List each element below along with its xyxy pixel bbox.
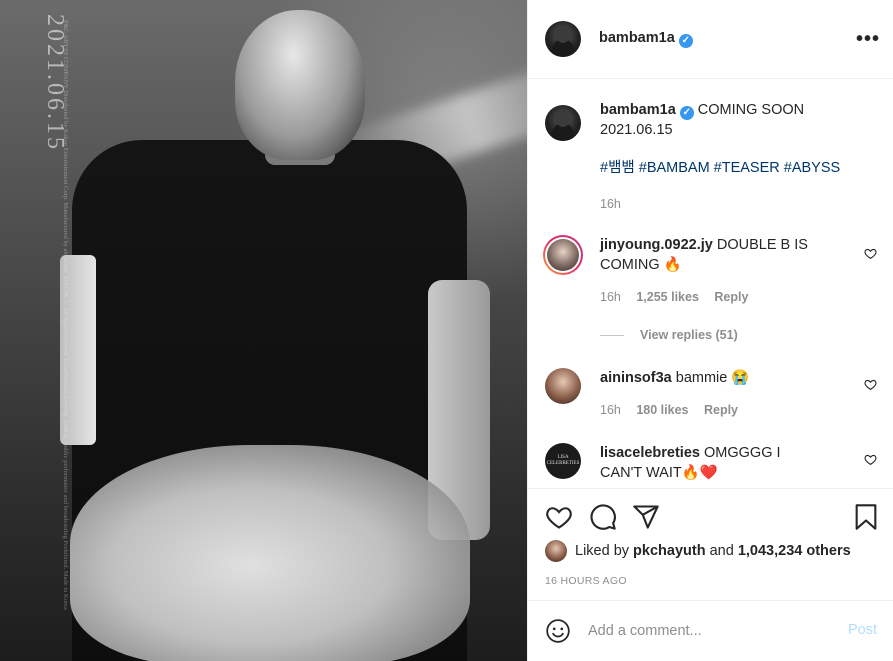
post-comment-button[interactable]: Post: [848, 622, 877, 638]
hashtag-link[interactable]: #BAMBAM: [639, 160, 710, 176]
liked-by-others[interactable]: 1,043,234 others: [738, 543, 851, 559]
comment-time[interactable]: 16h: [600, 403, 621, 417]
comment-bubble-icon[interactable]: [589, 503, 617, 531]
commenter-avatar[interactable]: [545, 368, 581, 404]
liked-by-prefix: Liked by: [575, 543, 630, 559]
emoji-smiley-icon[interactable]: [545, 618, 571, 644]
caption-avatar[interactable]: [545, 105, 581, 141]
comment-item: LISA CELEBRETIES lisacelebreties OMGGGG …: [545, 443, 877, 483]
post-header: bambam1a ✓ •••: [528, 0, 893, 79]
share-paper-plane-icon[interactable]: [632, 503, 660, 531]
verified-badge-icon: ✓: [679, 106, 694, 120]
white-sash-bow: [70, 445, 470, 661]
reply-button[interactable]: Reply: [704, 403, 738, 417]
author-username-text[interactable]: bambam1a: [599, 30, 675, 46]
comment-text: bammie 😭: [675, 370, 750, 386]
bleached-hair-head: [235, 10, 365, 160]
comment-username[interactable]: jinyoung.0922.jy: [600, 237, 713, 253]
post-side-panel: bambam1a ✓ ••• bambam1a ✓ COMING SOON 2021…: [527, 0, 893, 661]
hashtag-link[interactable]: #ABYSS: [784, 160, 840, 176]
comment-likes[interactable]: 180 likes: [636, 403, 688, 417]
author-username[interactable]: bambam1a ✓: [599, 30, 693, 48]
liker-avatar[interactable]: [545, 540, 567, 562]
hashtag-link[interactable]: #TEASER: [714, 160, 780, 176]
post-actions-bar: [528, 488, 893, 548]
post-caption: bambam1a ✓ COMING SOON 2021.06.15 #뱀뱀 #BAM…: [545, 100, 875, 214]
add-comment-input[interactable]: [588, 619, 818, 643]
commenter-avatar[interactable]: LISA CELEBRETIES: [545, 443, 581, 479]
comment-like-heart-icon[interactable]: [864, 453, 877, 466]
comment-username[interactable]: lisacelebreties: [600, 445, 700, 461]
author-avatar[interactable]: [545, 21, 581, 57]
reply-button[interactable]: Reply: [714, 290, 748, 304]
hashtag-link[interactable]: #뱀뱀: [600, 160, 635, 176]
caption-text: COMING SOON: [697, 102, 805, 118]
post-image[interactable]: 2021.06.15 P&C ABYSS COMPANY Distributed…: [0, 0, 527, 661]
comments-scroll-area[interactable]: bambam1a ✓ COMING SOON 2021.06.15 #뱀뱀 #BAM…: [528, 80, 893, 488]
comment-username[interactable]: aininsof3a: [600, 370, 672, 386]
caption-hashtags: #뱀뱀 #BAMBAM #TEASER #ABYSS: [600, 158, 875, 178]
caption-time[interactable]: 16h: [600, 194, 875, 214]
add-comment-bar: Post: [528, 600, 893, 661]
post-timestamp[interactable]: 16 HOURS AGO: [545, 575, 627, 587]
comment-item: jinyoung.0922.jy DOUBLE B IS COMING 🔥 16…: [543, 235, 877, 307]
comment-like-heart-icon[interactable]: [864, 247, 877, 260]
comment-time[interactable]: 16h: [600, 290, 621, 304]
view-replies-link[interactable]: View replies (51): [600, 328, 738, 342]
comment-likes[interactable]: 1,255 likes: [636, 290, 699, 304]
comment-like-heart-icon[interactable]: [864, 378, 877, 391]
like-heart-icon[interactable]: [545, 503, 573, 531]
more-options-icon[interactable]: •••: [856, 28, 880, 51]
story-ring-avatar[interactable]: [543, 235, 583, 275]
avatar-logo-text: LISA CELEBRETIES: [546, 455, 580, 466]
vertical-fine-print: P&C ABYSS COMPANY Distributed by Kakao E…: [62, 20, 69, 610]
liked-by-user[interactable]: pkchayuth: [633, 543, 706, 559]
caption-username[interactable]: bambam1a: [600, 102, 676, 118]
save-bookmark-icon[interactable]: [853, 503, 879, 531]
comment-item: aininsof3a bammie 😭 16h 180 likes Reply: [545, 368, 877, 420]
liked-by-and: and: [709, 543, 734, 559]
liked-by-line: Liked by pkchayuth and 1,043,234 others: [545, 540, 851, 562]
verified-badge-icon: ✓: [678, 34, 693, 48]
caption-date: 2021.06.15: [600, 122, 673, 138]
